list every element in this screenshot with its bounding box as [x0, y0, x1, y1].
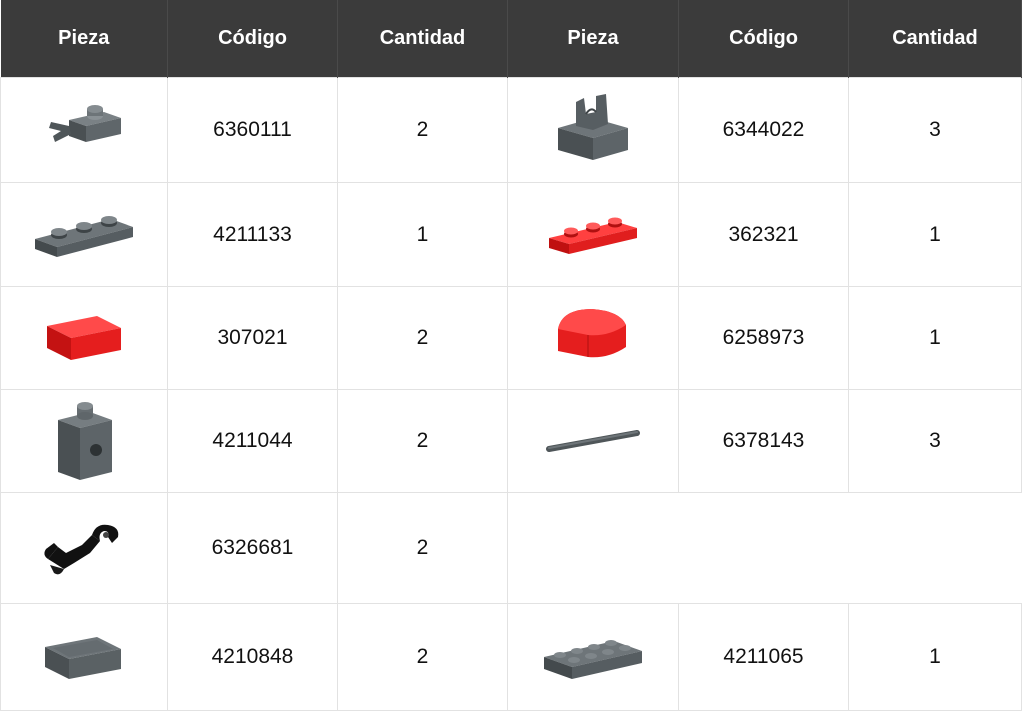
code-cell: 6360111 [167, 77, 338, 183]
plate-1x3-red-icon [549, 217, 637, 254]
qty-cell: 2 [337, 492, 508, 604]
bar-icon [546, 430, 640, 452]
code-cell: 6378143 [678, 389, 849, 493]
piece-cell [0, 389, 168, 493]
tile-2x2-dark-gray-icon [45, 637, 121, 679]
qty-cell: 3 [848, 389, 1022, 493]
brick-with-hole-icon [58, 402, 112, 480]
double-clip-black-icon [44, 524, 119, 575]
plate-1x3-dark-gray-icon [35, 215, 133, 257]
empty-cell [507, 492, 1022, 604]
code-cell: 4211044 [167, 389, 338, 493]
piece-cell [507, 286, 679, 390]
qty-cell: 2 [337, 286, 508, 390]
code-cell: 362321 [678, 182, 849, 287]
qty-cell: 1 [337, 182, 508, 287]
code-cell: 6326681 [167, 492, 338, 604]
qty-cell: 2 [337, 77, 508, 183]
piece-cell [0, 77, 168, 183]
qty-cell: 1 [848, 182, 1022, 287]
piece-cell [0, 492, 168, 604]
code-cell: 307021 [167, 286, 338, 390]
header-codigo: Código [678, 0, 849, 78]
piece-cell [0, 603, 168, 711]
tile-round-corner-red-icon [558, 309, 626, 358]
table-row: 307021 2 6258973 1 [0, 286, 1022, 390]
qty-cell: 2 [337, 389, 508, 493]
piece-cell [0, 286, 168, 390]
code-cell: 4211065 [678, 603, 849, 711]
piece-cell [0, 182, 168, 287]
header-cantidad: Cantidad [337, 0, 508, 78]
piece-cell [507, 77, 679, 183]
table-row: 6326681 2 [0, 492, 1022, 604]
qty-cell: 1 [848, 603, 1022, 711]
header-codigo: Código [167, 0, 338, 78]
header-pieza: Pieza [507, 0, 679, 78]
piece-cell [507, 603, 679, 711]
table-header-row: Pieza Código Cantidad Pieza Código Canti… [0, 0, 1022, 78]
table-row: 4211133 1 362321 1 [0, 182, 1022, 287]
qty-cell: 3 [848, 77, 1022, 183]
tile-with-clip-icon [558, 94, 628, 160]
piece-cell [507, 182, 679, 287]
qty-cell: 2 [337, 603, 508, 711]
code-cell: 6344022 [678, 77, 849, 183]
code-cell: 4210848 [167, 603, 338, 711]
table-row: 4211044 2 6378143 3 [0, 389, 1022, 493]
header-pieza: Pieza [0, 0, 168, 78]
plate-2x4-dark-gray-icon [544, 640, 642, 679]
parts-table: Pieza Código Cantidad Pieza Código Canti… [0, 0, 1022, 711]
code-cell: 6258973 [678, 286, 849, 390]
table-row: 6360111 2 6344022 3 [0, 77, 1022, 183]
qty-cell: 1 [848, 286, 1022, 390]
piece-cell [507, 389, 679, 493]
code-cell: 4211133 [167, 182, 338, 287]
table-row: 4210848 2 4211065 1 [0, 603, 1022, 711]
tile-2x2-red-icon [47, 316, 121, 360]
header-cantidad: Cantidad [848, 0, 1022, 78]
plate-with-clip-icon [49, 105, 121, 142]
